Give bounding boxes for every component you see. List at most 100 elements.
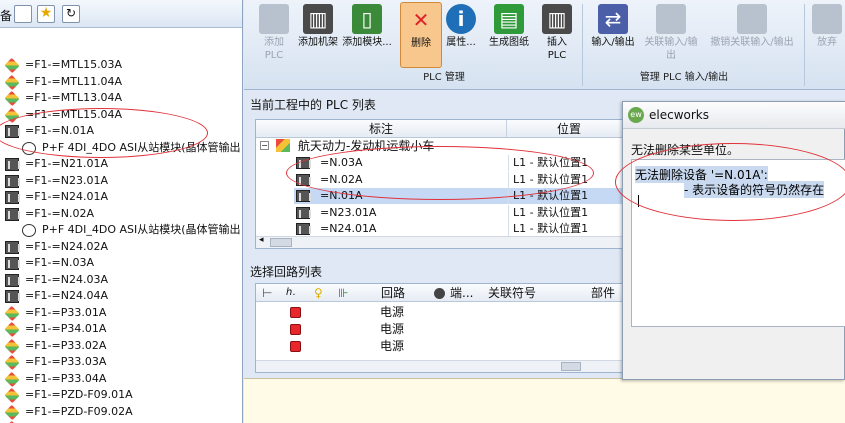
- plc-location: L1 - 默认位置1: [508, 171, 588, 188]
- tree-item[interactable]: P+F 4DI_4DO ASI从站模块(晶体管输出: [0, 140, 242, 157]
- tree-item[interactable]: =F1-=P33.02A: [0, 338, 242, 355]
- loop-row[interactable]: 电源: [256, 338, 624, 355]
- collapse-icon[interactable]: −: [260, 141, 269, 150]
- plc-row[interactable]: =N23.01A L1 - 默认位置1: [294, 204, 624, 221]
- group-plc-management: PLC 管理: [423, 72, 465, 83]
- col-header-location[interactable]: 位置: [506, 120, 626, 138]
- tree-item[interactable]: =F1-=MTL11.04A: [0, 74, 242, 91]
- horizontal-scrollbar[interactable]: [256, 360, 624, 372]
- bulb-icon[interactable]: ♀: [314, 284, 323, 302]
- plc-rack-icon: [5, 257, 20, 270]
- col-header-part[interactable]: 部件: [591, 284, 615, 302]
- scroll-thumb[interactable]: [270, 238, 292, 247]
- col-header-end[interactable]: 端...: [450, 284, 473, 302]
- tree-item-label: =F1-=P34.01A: [25, 322, 107, 335]
- horizontal-scrollbar[interactable]: ◂: [256, 235, 624, 248]
- tree-item[interactable]: =F1-=N23.01A: [0, 173, 242, 190]
- plc-row[interactable]: =N.02A L1 - 默认位置1: [294, 171, 624, 188]
- tree-item[interactable]: =F1-=PZD-F09.01A: [0, 387, 242, 404]
- tree-item[interactable]: =F1-=P33.03A: [0, 354, 242, 371]
- loop-list-panel: ⊢ ℎ. ♀ ⊪ 回路 端... 关联符号 部件 电源 电源 电源: [255, 283, 625, 373]
- tree-item[interactable]: =F1-=N24.03A: [0, 272, 242, 289]
- dialog-title-bar[interactable]: ew elecworks: [623, 102, 845, 129]
- plc-rack-icon: [5, 207, 20, 221]
- tree-item-label: =F1-=N21.01A: [25, 157, 108, 170]
- tree-item[interactable]: =F1-=N.02A: [0, 206, 242, 223]
- associate-io-icon: [656, 4, 686, 34]
- column-wire-icon[interactable]: ℎ.: [286, 284, 296, 302]
- star-icon[interactable]: ★: [37, 5, 55, 23]
- tree-item[interactable]: =F1-=MTL13.04A: [0, 90, 242, 107]
- plc-list-title: 当前工程中的 PLC 列表: [250, 98, 376, 112]
- column-type-icon[interactable]: ⊢: [262, 284, 272, 302]
- refresh-icon[interactable]: ↻: [62, 5, 80, 23]
- undo-associate-io-icon: [737, 4, 767, 34]
- col-header-loop[interactable]: 回路: [381, 284, 405, 302]
- plc-row[interactable]: =N.03A L1 - 默认位置1: [294, 155, 624, 171]
- component-icon: [4, 354, 20, 371]
- plc-mark: =N24.01A: [320, 222, 377, 235]
- plc-rack-icon: [5, 191, 20, 204]
- discard-button[interactable]: 放弃: [812, 2, 842, 68]
- plc-row[interactable]: =N.01A L1 - 默认位置1: [294, 188, 624, 204]
- loop-row[interactable]: 电源: [256, 321, 624, 338]
- divider: [804, 4, 805, 86]
- add-rack-button[interactable]: ▥ 添加机架: [296, 2, 340, 68]
- plc-row[interactable]: =N24.01A L1 - 默认位置1: [294, 221, 624, 237]
- plc-rack-icon: [5, 273, 20, 287]
- scroll-thumb[interactable]: [561, 362, 581, 371]
- component-icon: [4, 90, 20, 107]
- io-button[interactable]: ⇄ 输入/输出: [588, 2, 638, 68]
- loop-row[interactable]: 电源: [256, 304, 624, 321]
- associate-io-button[interactable]: 关联输入/输出: [642, 2, 700, 68]
- plc-root-node[interactable]: − 航天动力-发动机运载小车: [260, 138, 620, 154]
- module-icon: [22, 141, 36, 155]
- toolbar-button-label: 添加模块...: [342, 37, 392, 48]
- tree-item[interactable]: =F1-=N24.01A: [0, 189, 242, 206]
- dialog-detail-box[interactable]: 无法删除设备 '=N.01A': - 表示设备的符号仍然存在: [631, 159, 845, 327]
- tree-item-label: =F1-=MTL13.04A: [25, 91, 123, 104]
- toolbar-button-label: 关联输入/输出: [644, 37, 698, 61]
- add-module-button[interactable]: ▯ 添加模块...: [342, 2, 392, 68]
- tree-item-label: =F1-=P33.04A: [25, 371, 107, 385]
- toolbar-button-label: 输入/输出: [591, 37, 635, 48]
- delete-button[interactable]: ✕ 删除: [400, 2, 442, 68]
- tree-item[interactable]: =F1-=P33.01A: [0, 305, 242, 322]
- tree-item[interactable]: =F1-=P33.04A: [0, 371, 242, 388]
- plc-location: L1 - 默认位置1: [508, 221, 588, 237]
- tree-item[interactable]: =F1-=N.01A: [0, 123, 242, 140]
- tree-item[interactable]: =F1-=P34.01A: [0, 321, 242, 338]
- add-module-icon: ▯: [352, 4, 382, 34]
- text-cursor: [638, 195, 639, 207]
- generate-drawing-icon: ▤: [494, 4, 524, 34]
- tree-item[interactable]: =F1-=MTL15.03A: [0, 57, 242, 74]
- tree-item[interactable]: =F1-=N24.04A: [0, 288, 242, 305]
- component-icon: [4, 321, 20, 338]
- plc-rack-icon: [296, 206, 311, 219]
- save-icon[interactable]: [14, 5, 32, 23]
- component-icon: [4, 338, 20, 354]
- loop-name: 电源: [380, 339, 405, 353]
- ribbon-toolbar: 添加 PLC ▥ 添加机架 ▯ 添加模块... ✕ 删除 i 属性... ▤ 生成图纸 ▥ 插入 PLC…: [244, 0, 845, 90]
- col-header-mark[interactable]: 标注: [256, 120, 506, 138]
- scroll-left-icon[interactable]: ◂: [259, 235, 264, 245]
- tree-item-label: =F1-=P33.03A: [25, 355, 107, 368]
- add-plc-button[interactable]: 添加 PLC: [254, 2, 294, 68]
- tree-item-label: =F1-=N23.01A: [25, 173, 108, 187]
- tree-item[interactable]: =F1-=N.03A: [0, 255, 242, 272]
- generate-drawing-button[interactable]: ▤ 生成图纸: [484, 2, 534, 68]
- column-flag-icon[interactable]: ⊪: [338, 284, 348, 302]
- tree-item[interactable]: =F1-=N24.02A: [0, 239, 242, 256]
- insert-plc-button[interactable]: ▥ 插入 PLC: [540, 2, 574, 68]
- component-icon: [4, 371, 20, 387]
- col-header-symbol[interactable]: 关联符号: [488, 284, 536, 302]
- plc-root-label: 航天动力-发动机运载小车: [298, 139, 435, 153]
- tree-item[interactable]: =F1-=PZD-F09.02A: [0, 404, 242, 421]
- elecworks-logo-icon: ew: [628, 107, 644, 123]
- properties-button[interactable]: i 属性...: [442, 2, 480, 68]
- undo-associate-io-button[interactable]: 撤销关联输入/输出: [706, 2, 798, 68]
- plc-rack-icon: [5, 158, 20, 171]
- tree-item[interactable]: =F1-=N21.01A: [0, 156, 242, 173]
- tree-item[interactable]: P+F 4DI_4DO ASI从站模块(晶体管输出: [0, 222, 242, 239]
- tree-item[interactable]: =F1-=MTL15.04A: [0, 107, 242, 124]
